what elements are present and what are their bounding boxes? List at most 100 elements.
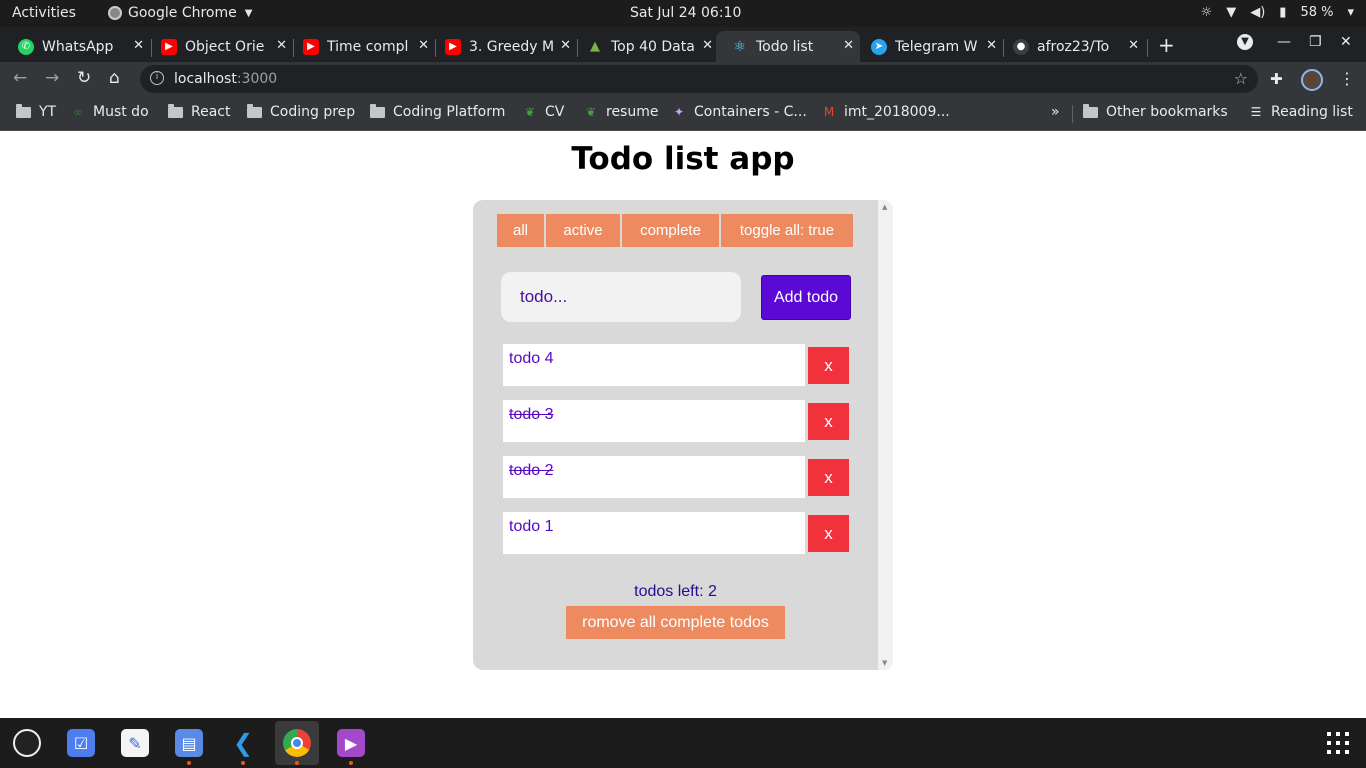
todo-item-text[interactable]: todo 2 bbox=[503, 456, 805, 498]
bookmark-must-do[interactable]: ∞ Must do bbox=[71, 104, 149, 120]
chrome-icon bbox=[108, 6, 122, 20]
filter-complete-button[interactable]: complete bbox=[622, 214, 719, 247]
tab-strip: ✆ WhatsApp ✕ ▶ Object Orie ✕ ▶ Time comp… bbox=[0, 27, 1366, 62]
activities-button[interactable]: Activities bbox=[12, 5, 76, 21]
delete-todo-button[interactable]: x bbox=[808, 459, 849, 496]
toggle-all-button[interactable]: toggle all: true bbox=[721, 214, 853, 247]
browser-toolbar: ← → ↻ ⌂ i localhost:3000 ☆ ✚ ⋮ bbox=[0, 62, 1366, 96]
dock-text-editor[interactable]: ✎ bbox=[113, 721, 157, 765]
tab-time-complexity[interactable]: ▶ Time compl ✕ bbox=[287, 31, 435, 62]
tab-greedy[interactable]: ▶ 3. Greedy M ✕ bbox=[429, 31, 577, 62]
close-icon[interactable]: ✕ bbox=[133, 38, 144, 53]
running-indicator bbox=[187, 761, 191, 765]
bookmark-cv[interactable]: ❦ CV bbox=[523, 104, 564, 120]
system-top-bar: Activities Google Chrome ▼ Sat Jul 24 06… bbox=[0, 0, 1366, 27]
app-menu-label: Google Chrome bbox=[128, 5, 237, 21]
todo-item-text[interactable]: todo 3 bbox=[503, 400, 805, 442]
delete-todo-button[interactable]: x bbox=[808, 403, 849, 440]
bookmarks-bar: YT ∞ Must do React Coding prep Coding Pla… bbox=[0, 96, 1366, 131]
forward-arrow-icon[interactable]: → bbox=[45, 68, 59, 88]
overleaf-icon: ❦ bbox=[585, 105, 597, 119]
minimize-icon[interactable]: — bbox=[1277, 34, 1291, 50]
tab-todo-list[interactable]: ⚛ Todo list ✕ bbox=[716, 31, 860, 62]
new-tab-button[interactable]: + bbox=[1158, 33, 1175, 57]
close-icon[interactable]: ✕ bbox=[986, 38, 997, 53]
back-arrow-icon[interactable]: ← bbox=[13, 68, 27, 88]
todo-item-text[interactable]: todo 4 bbox=[503, 344, 805, 386]
bookmarks-overflow-button[interactable]: » bbox=[1051, 104, 1060, 120]
bookmark-coding-platform[interactable]: Coding Platform bbox=[370, 103, 505, 120]
delete-todo-button[interactable]: x bbox=[808, 515, 849, 552]
card-scrollbar[interactable]: ▲ ▼ bbox=[878, 200, 893, 670]
dock-tasks[interactable]: ☑ bbox=[59, 721, 103, 765]
tab-whatsapp[interactable]: ✆ WhatsApp ✕ bbox=[2, 31, 150, 62]
window-close-icon[interactable]: ✕ bbox=[1340, 34, 1352, 50]
chrome-icon bbox=[283, 729, 311, 757]
close-icon[interactable]: ✕ bbox=[560, 38, 571, 53]
restore-icon[interactable]: ❐ bbox=[1309, 34, 1322, 50]
reload-icon[interactable]: ↻ bbox=[77, 68, 91, 88]
delete-todo-button[interactable]: x bbox=[808, 347, 849, 384]
bookmark-imt[interactable]: Mimt_2018009... bbox=[822, 104, 950, 120]
bookmark-coding-prep[interactable]: Coding prep bbox=[247, 103, 355, 120]
close-icon[interactable]: ✕ bbox=[843, 38, 854, 53]
add-todo-button[interactable]: Add todo bbox=[761, 275, 851, 320]
app-menu[interactable]: Google Chrome ▼ bbox=[108, 5, 252, 21]
page-title: Todo list app bbox=[571, 141, 795, 177]
address-bar[interactable]: i localhost:3000 ☆ bbox=[140, 65, 1258, 93]
close-icon[interactable]: ✕ bbox=[276, 38, 287, 53]
bookmark-containers[interactable]: ✦ Containers - C... bbox=[672, 104, 807, 120]
tab-label: Todo list bbox=[756, 38, 814, 55]
wifi-icon: ▼ bbox=[1226, 5, 1237, 20]
scroll-up-icon[interactable]: ▲ bbox=[882, 203, 887, 211]
tab-search-icon[interactable]: ▼ bbox=[1237, 34, 1253, 50]
chrome-menu-icon[interactable]: ⋮ bbox=[1339, 69, 1355, 88]
profile-avatar[interactable] bbox=[1301, 69, 1323, 91]
dock-chrome[interactable] bbox=[275, 721, 319, 765]
close-icon[interactable]: ✕ bbox=[1128, 38, 1139, 53]
filter-active-button[interactable]: active bbox=[546, 214, 620, 247]
infinity-icon: ∞ bbox=[73, 105, 83, 119]
close-icon[interactable]: ✕ bbox=[702, 38, 713, 53]
tasks-icon: ☑ bbox=[67, 729, 95, 757]
bookmark-other[interactable]: Other bookmarks bbox=[1083, 103, 1228, 120]
tab-top-40-data[interactable]: ▲ Top 40 Data ✕ bbox=[571, 31, 719, 62]
show-applications-icon[interactable] bbox=[1327, 732, 1349, 754]
folder-icon bbox=[247, 103, 262, 118]
tab-object-oriented[interactable]: ▶ Object Orie ✕ bbox=[145, 31, 293, 62]
bookmark-resume[interactable]: ❦ resume bbox=[584, 104, 659, 120]
tab-telegram[interactable]: ➤ Telegram W ✕ bbox=[855, 31, 1003, 62]
page-viewport: Todo list app all active complete toggle… bbox=[0, 131, 1366, 718]
dock-vscode[interactable]: ❮ bbox=[221, 721, 265, 765]
overleaf-icon: ❦ bbox=[524, 105, 536, 119]
night-light-icon: ☼ bbox=[1200, 5, 1213, 20]
filter-all-button[interactable]: all bbox=[497, 214, 544, 247]
site-info-icon[interactable]: i bbox=[150, 71, 164, 85]
close-icon[interactable]: ✕ bbox=[418, 38, 429, 53]
clock[interactable]: Sat Jul 24 06:10 bbox=[630, 5, 741, 21]
bookmark-star-icon[interactable]: ☆ bbox=[1234, 69, 1248, 88]
reading-list-button[interactable]: ☰ Reading list bbox=[1249, 104, 1353, 120]
tab-label: 3. Greedy M bbox=[469, 38, 553, 55]
dock-obs[interactable] bbox=[5, 721, 49, 765]
battery-icon: ▮ bbox=[1279, 5, 1287, 20]
tab-github[interactable]: ● afroz23/To ✕ bbox=[997, 31, 1145, 62]
scroll-down-icon[interactable]: ▼ bbox=[882, 659, 887, 667]
dock-video[interactable]: ▶ bbox=[329, 721, 373, 765]
reading-list-icon: ☰ bbox=[1250, 105, 1262, 119]
remove-complete-button[interactable]: romove all complete todos bbox=[566, 606, 785, 639]
extensions-puzzle-icon[interactable]: ✚ bbox=[1270, 70, 1283, 88]
bookmark-yt[interactable]: YT bbox=[16, 103, 56, 120]
todo-item-text[interactable]: todo 1 bbox=[503, 512, 805, 554]
dock-files[interactable]: ▤ bbox=[167, 721, 211, 765]
youtube-icon: ▶ bbox=[161, 38, 177, 55]
home-icon[interactable]: ⌂ bbox=[109, 68, 120, 88]
telegram-icon: ➤ bbox=[871, 38, 887, 55]
tab-separator bbox=[1147, 39, 1148, 57]
system-tray[interactable]: ☼ ▼ ◀) ▮ 58 % ▾ bbox=[1201, 5, 1354, 20]
running-indicator bbox=[241, 761, 245, 765]
folder-icon bbox=[1083, 103, 1098, 118]
caret-down-icon: ▼ bbox=[244, 7, 253, 19]
todo-input[interactable] bbox=[501, 272, 741, 322]
bookmark-react[interactable]: React bbox=[168, 103, 230, 120]
